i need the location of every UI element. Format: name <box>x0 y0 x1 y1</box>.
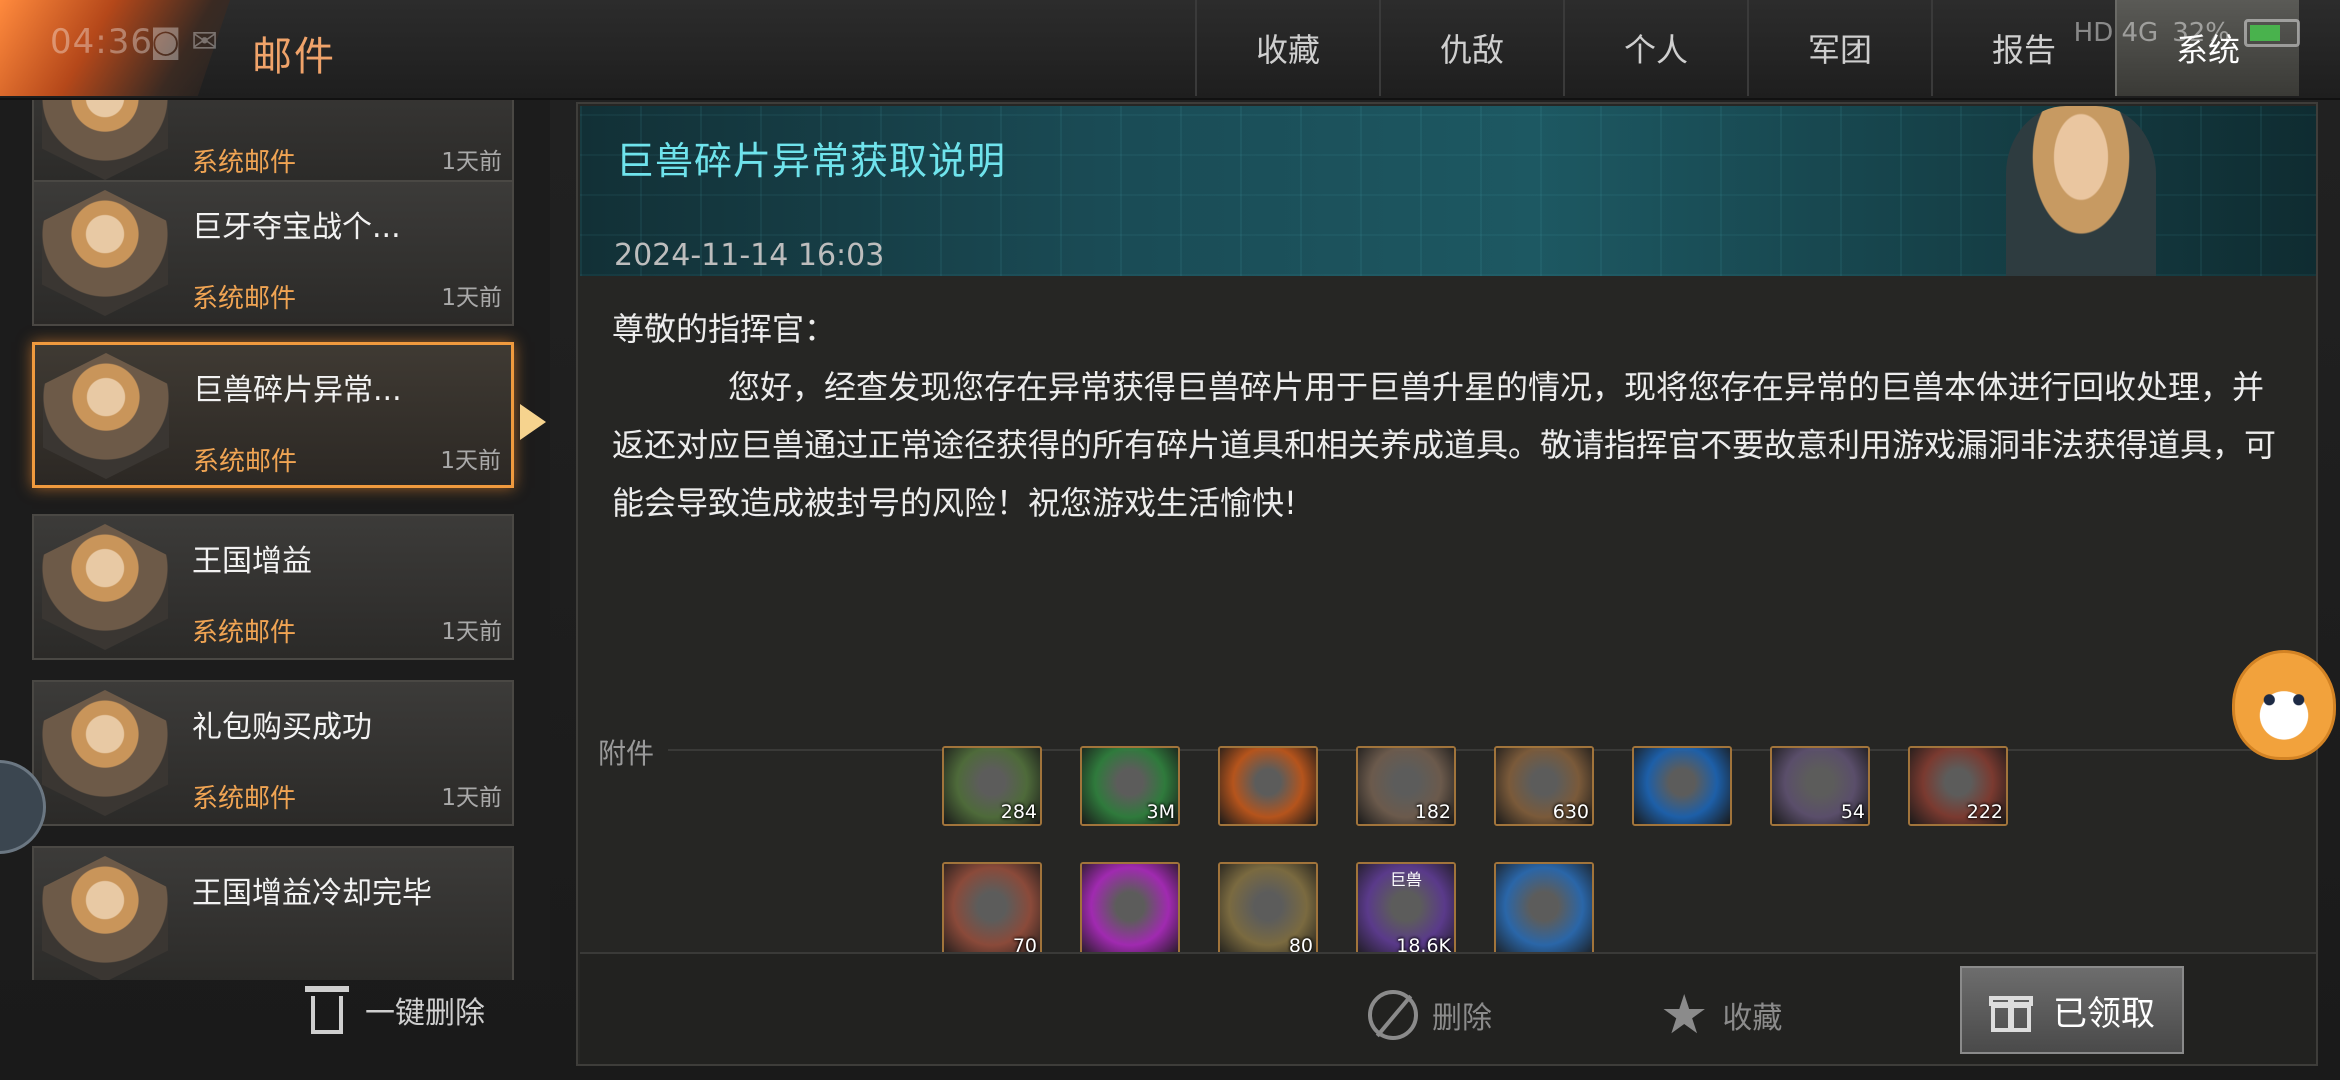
delete-button[interactable]: 删除 <box>1368 990 1492 1040</box>
mail-body: 尊敬的指挥官： 您好，经查发现您存在异常获得巨兽碎片用于巨兽升星的情况，现将您存… <box>612 300 2292 532</box>
tab-enemies[interactable]: 仇敌 <box>1379 0 1563 96</box>
mail-detail-panel: 巨兽碎片异常获取说明 2024-11-14 16:03 尊敬的指挥官： 您好，经… <box>576 102 2318 1066</box>
attachment-item[interactable]: 630 <box>1494 746 1594 826</box>
attachment-quantity: 182 <box>1414 801 1451 823</box>
ban-icon <box>1368 990 1418 1040</box>
battery-icon <box>2244 19 2300 47</box>
status-icons: ◙ ✉ <box>150 22 219 60</box>
tab-personal[interactable]: 个人 <box>1563 0 1747 96</box>
mail-time: 1天前 <box>441 785 502 811</box>
mail-sender: 系统邮件 <box>192 148 297 178</box>
favorite-button[interactable]: ★ 收藏 <box>1660 983 1783 1046</box>
mail-date: 2024-11-14 16:03 <box>614 238 885 273</box>
attachment-item[interactable]: 182 <box>1356 746 1456 826</box>
status-time: 04:36 <box>50 22 153 62</box>
mail-item[interactable]: 礼包购买成功 系统邮件 1天前 <box>32 680 514 826</box>
tab-system[interactable]: 系统 <box>2115 0 2299 96</box>
tab-favorites[interactable]: 收藏 <box>1195 0 1379 96</box>
avatar <box>43 353 169 479</box>
avatar <box>42 524 168 650</box>
avatar <box>42 100 168 180</box>
tab-reports[interactable]: 报告 <box>1931 0 2115 96</box>
attachment-item[interactable]: 3M <box>1080 746 1180 826</box>
attachment-quantity: 630 <box>1552 801 1589 823</box>
action-bar: 删除 ★ 收藏 已领取 <box>580 952 2316 1064</box>
mail-tabs: 收藏 仇敌 个人 军团 报告 系统 <box>1195 0 2299 96</box>
mail-item[interactable]: 系统邮件 1天前 <box>32 100 514 190</box>
game-mail-screen: { "status_bar": { "time": "04:36", "icon… <box>0 0 2340 1080</box>
mail-time: 1天前 <box>441 149 502 175</box>
blue-wave-emblem-icon <box>1634 748 1730 824</box>
attachments-label: 附件 <box>598 737 655 770</box>
selected-arrow-icon <box>520 404 546 440</box>
attachment-item[interactable]: 222 <box>1908 746 2008 826</box>
attachment-quantity: 284 <box>1000 801 1037 823</box>
attachment-item[interactable]: 54 <box>1770 746 1870 826</box>
cat-mascot-icon[interactable] <box>2232 650 2336 760</box>
avatar <box>42 190 168 316</box>
system-status: HD 4G 32% <box>2074 18 2300 48</box>
mail-item[interactable]: 王国增益冷却完毕 <box>32 846 514 980</box>
mail-subject: 王国增益 <box>192 544 312 579</box>
delete-all-label: 一键删除 <box>365 996 485 1031</box>
mail-paragraph: 您好，经查发现您存在异常获得巨兽碎片用于巨兽升星的情况，现将您存在异常的巨兽本体… <box>612 368 2277 522</box>
attachment-item[interactable] <box>1494 862 1594 960</box>
lightning-crack-emblem-icon <box>1496 864 1592 958</box>
mail-item[interactable]: 王国增益 系统邮件 1天前 <box>32 514 514 660</box>
mail-subject: 巨兽碎片异常... <box>193 373 402 408</box>
avatar <box>42 690 168 816</box>
mail-sender: 系统邮件 <box>192 784 297 814</box>
mail-sender: 系统邮件 <box>192 618 297 648</box>
attachment-quantity: 54 <box>1840 801 1865 823</box>
mail-subject: 巨牙夺宝战个... <box>192 210 401 245</box>
mail-banner: 巨兽碎片异常获取说明 2024-11-14 16:03 <box>580 106 2316 276</box>
delete-all-button[interactable]: 一键删除 <box>305 980 485 1040</box>
attachment-item[interactable] <box>1632 746 1732 826</box>
mail-subject: 礼包购买成功 <box>192 710 372 745</box>
favorite-label: 收藏 <box>1722 1001 1783 1036</box>
battery-percent: 32% <box>2172 18 2230 48</box>
attachment-item[interactable]: 284 <box>942 746 1042 826</box>
mail-item[interactable]: 巨牙夺宝战个... 系统邮件 1天前 <box>32 180 514 326</box>
mail-sender: 系统邮件 <box>193 447 298 477</box>
racing-badge-icon <box>1082 864 1178 958</box>
mail-item-selected[interactable]: 巨兽碎片异常... 系统邮件 1天前 <box>32 342 514 488</box>
page-title: 邮件 <box>252 34 336 80</box>
mail-greeting: 尊敬的指挥官： <box>612 310 837 348</box>
attachment-item[interactable]: 70 <box>942 862 1042 960</box>
gift-icon <box>1989 988 2033 1032</box>
attachment-item[interactable] <box>1218 746 1318 826</box>
mail-subject: 王国增益冷却完毕 <box>192 876 432 911</box>
mail-time: 1天前 <box>440 448 501 474</box>
attachment-tag: 巨兽 <box>1389 870 1422 889</box>
attachment-quantity: 222 <box>1966 801 2003 823</box>
mail-sender: 系统邮件 <box>192 284 297 314</box>
attachment-item[interactable] <box>1080 862 1180 960</box>
network-indicator: HD 4G <box>2073 18 2159 48</box>
commander-portrait <box>2006 106 2156 276</box>
attachment-quantity: 3M <box>1146 801 1175 823</box>
mail-time: 1天前 <box>441 285 502 311</box>
mail-time: 1天前 <box>441 619 502 645</box>
top-bar: 04:36 ◙ ✉ 邮件 收藏 仇敌 个人 军团 报告 系统 HD 4G 32% <box>0 0 2340 100</box>
delete-label: 删除 <box>1432 1001 1492 1036</box>
attachments-divider <box>668 749 2308 751</box>
fire-emblem-icon <box>1220 748 1316 824</box>
claimed-button[interactable]: 已领取 <box>1960 966 2184 1054</box>
tab-legion[interactable]: 军团 <box>1747 0 1931 96</box>
attachment-item[interactable]: 80 <box>1218 862 1318 960</box>
trash-icon <box>305 986 349 1034</box>
star-icon: ★ <box>1660 983 1709 1046</box>
attachment-item[interactable]: 巨兽 18.6K <box>1356 862 1456 960</box>
avatar <box>42 856 168 980</box>
claimed-label: 已领取 <box>2053 993 2155 1034</box>
mail-list: 系统邮件 1天前 巨牙夺宝战个... 系统邮件 1天前 巨兽碎片异常... 系统… <box>0 100 550 980</box>
mail-title: 巨兽碎片异常获取说明 <box>616 139 1007 183</box>
